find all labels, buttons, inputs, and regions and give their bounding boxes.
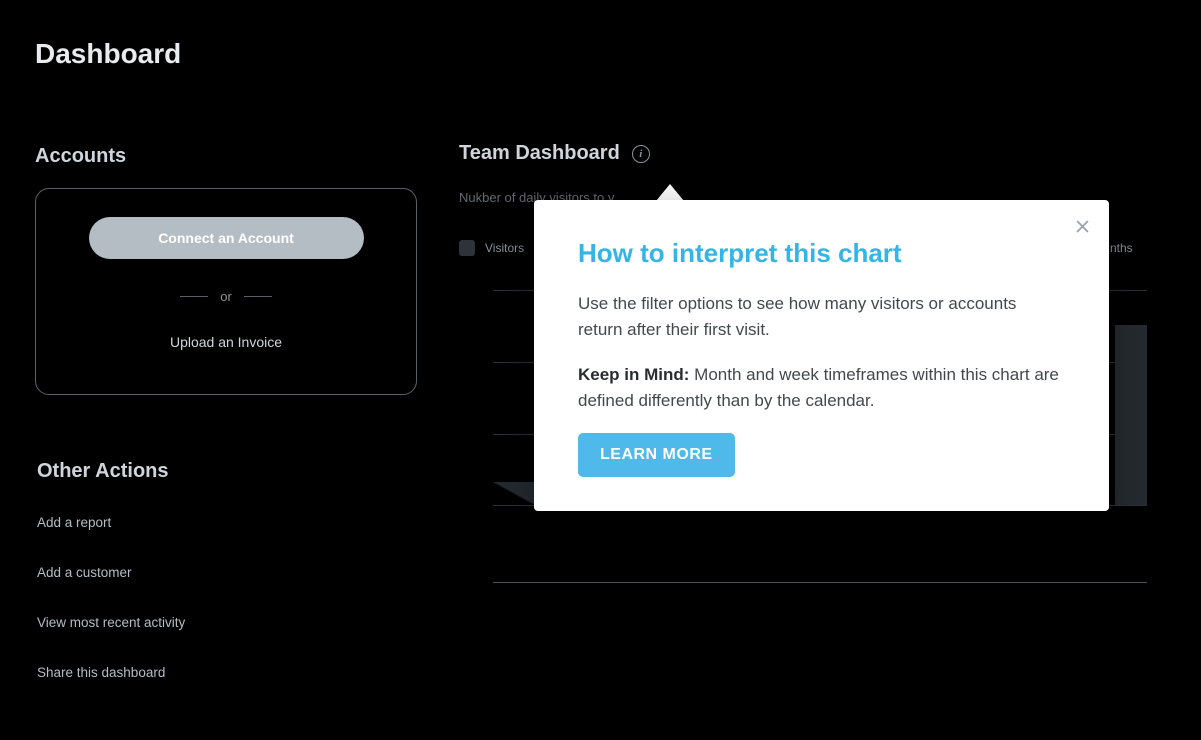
popover-arrow — [656, 184, 684, 201]
learn-more-button[interactable]: LEARN MORE — [578, 433, 735, 477]
page-title: Dashboard — [35, 38, 181, 70]
team-dashboard-header: Team Dashboard i — [459, 142, 650, 165]
legend-label-visitors: Visitors — [485, 241, 524, 255]
connect-account-button[interactable]: Connect an Account — [89, 217, 364, 259]
info-icon[interactable]: i — [632, 145, 650, 163]
accounts-card: Connect an Account or Upload an Invoice — [35, 188, 417, 395]
chart-baseline — [493, 582, 1147, 583]
action-add-customer[interactable]: Add a customer — [37, 565, 185, 580]
action-share-dashboard[interactable]: Share this dashboard — [37, 665, 185, 680]
popover-paragraph-1: Use the filter options to see how many v… — [578, 291, 1065, 342]
action-view-recent-activity[interactable]: View most recent activity — [37, 615, 185, 630]
or-divider: or — [180, 289, 272, 304]
chart-legend: Visitors — [459, 240, 524, 256]
popover-bold-label: Keep in Mind: — [578, 365, 689, 384]
team-dashboard-title: Team Dashboard — [459, 142, 620, 165]
popover-title: How to interpret this chart — [578, 238, 1065, 269]
close-icon[interactable] — [1074, 218, 1091, 240]
or-label: or — [220, 289, 232, 304]
accounts-section-title: Accounts — [35, 145, 126, 168]
timeframe-label-fragment: nths — [1110, 241, 1133, 255]
info-popover: How to interpret this chart Use the filt… — [534, 200, 1109, 511]
popover-paragraph-2: Keep in Mind: Month and week timeframes … — [578, 362, 1065, 413]
legend-swatch-visitors — [459, 240, 475, 256]
divider-line-right — [244, 296, 272, 297]
other-actions-list: Add a report Add a customer View most re… — [37, 515, 185, 715]
action-add-report[interactable]: Add a report — [37, 515, 185, 530]
chart-bar — [1115, 325, 1147, 505]
upload-invoice-link[interactable]: Upload an Invoice — [170, 334, 282, 350]
chart-bar — [493, 482, 535, 505]
other-actions-section-title: Other Actions — [37, 460, 169, 483]
divider-line-left — [180, 296, 208, 297]
